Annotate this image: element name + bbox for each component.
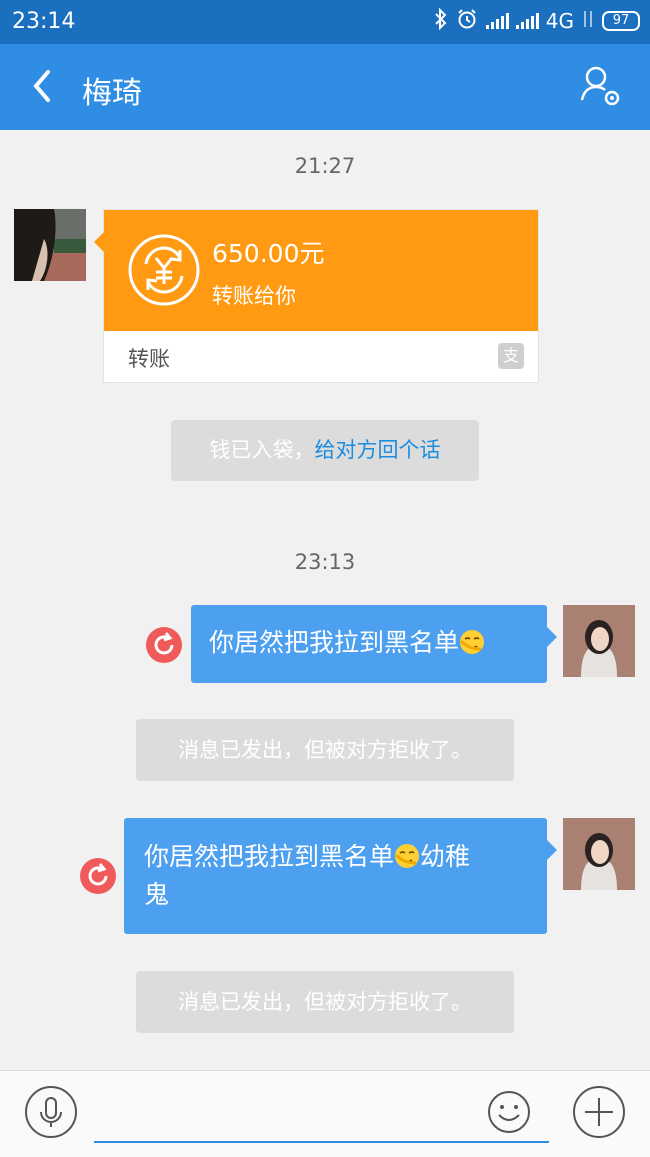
system-message-rejected: 消息已发出，但被对方拒收了。 (136, 971, 514, 1033)
message-timestamp: 23:13 (294, 550, 356, 574)
signal-icon (485, 13, 509, 29)
signal-icon (515, 13, 539, 29)
status-icons: 4G 97 (434, 7, 640, 35)
system-message-received: 钱已入袋，给对方回个话 (171, 420, 479, 481)
resend-icon[interactable] (80, 858, 116, 894)
message-line: 鬼 (144, 880, 170, 909)
reply-link[interactable]: 给对方回个话 (315, 438, 441, 462)
transfer-card[interactable]: 650.00元 转账给你 转账 支 (94, 209, 539, 383)
transfer-note: 转账给你 (212, 284, 296, 308)
data-activity-icon (582, 9, 594, 34)
facepalm-emoji-icon (394, 842, 420, 868)
message-input[interactable] (94, 1083, 549, 1143)
bluetooth-icon (434, 7, 448, 35)
transfer-card-header: 650.00元 转账给你 (94, 210, 538, 331)
transfer-yuan-icon (128, 234, 200, 306)
system-message-rejected: 消息已发出，但被对方拒收了。 (136, 719, 514, 781)
transfer-card-footer: 转账 支 (104, 331, 538, 381)
chat-header: 梅琦 (0, 44, 650, 130)
transfer-amount: 650.00元 (212, 239, 325, 268)
system-message-text: 钱已入袋， (209, 438, 315, 462)
emoji-picker-icon[interactable] (487, 1090, 531, 1134)
outgoing-message[interactable]: 你居然把我拉到黑名单 (191, 605, 557, 683)
message-text: 你居然把我拉到黑名单 (144, 842, 395, 871)
message-text-tail: 幼稚 (420, 842, 471, 871)
message-text: 你居然把我拉到黑名单 (209, 628, 460, 657)
contact-settings-icon[interactable] (578, 64, 624, 110)
status-bar: 23:14 4G 97 (0, 0, 650, 44)
message-timestamp: 21:27 (294, 154, 356, 178)
input-bar (0, 1070, 650, 1157)
message-line: 你居然把我拉到黑名单 幼稚 (144, 838, 527, 876)
alipay-icon: 支 (498, 343, 524, 369)
resend-icon[interactable] (146, 627, 182, 663)
more-options-icon[interactable] (572, 1085, 626, 1139)
facepalm-emoji-icon (459, 628, 485, 654)
outgoing-message[interactable]: 你居然把我拉到黑名单 幼稚 鬼 (124, 818, 557, 934)
battery-indicator: 97 (602, 11, 640, 31)
alarm-icon (456, 8, 478, 35)
voice-input-icon[interactable] (24, 1085, 78, 1139)
transfer-label: 转账 (128, 347, 170, 371)
my-avatar[interactable] (563, 818, 635, 890)
back-icon[interactable] (26, 66, 58, 106)
contact-name: 梅琦 (82, 76, 142, 111)
my-avatar[interactable] (563, 605, 635, 677)
status-time: 23:14 (12, 9, 76, 34)
contact-avatar[interactable] (14, 209, 86, 281)
network-type: 4G (545, 9, 574, 33)
